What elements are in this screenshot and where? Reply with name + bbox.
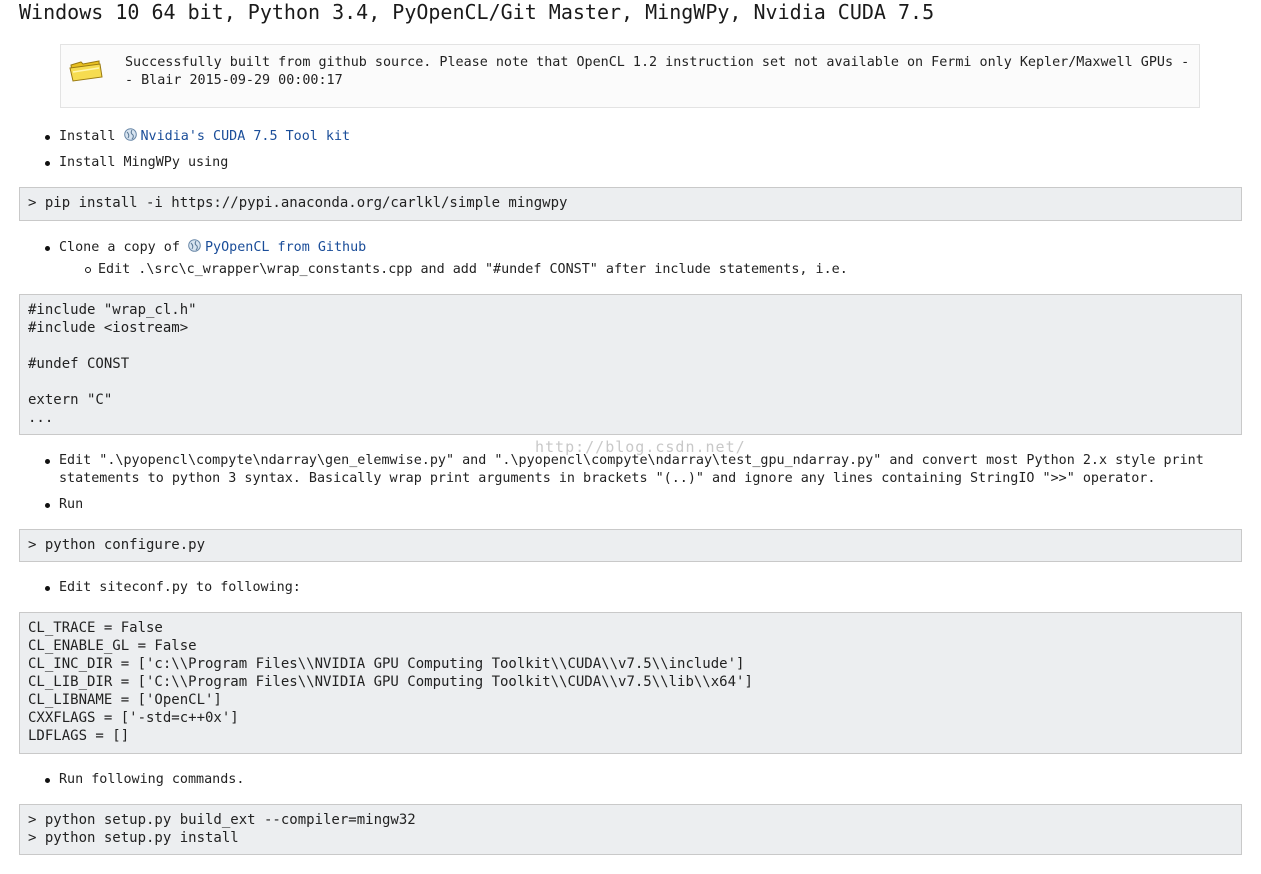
list-item-run-commands: Run following commands.	[44, 772, 245, 787]
folder-icon	[69, 58, 103, 86]
globe-icon	[188, 239, 201, 252]
install-prefix: Install	[59, 129, 124, 144]
code-block-setup: > python setup.py build_ext --compiler=m…	[19, 804, 1242, 855]
sub-item-edit-wrap-constants: Edit .\src\c_wrapper\wrap_constants.cpp …	[85, 262, 848, 277]
note-text: Successfully built from github source. P…	[125, 55, 1190, 88]
list-item-install-cuda: Install Nvidia's CUDA 7.5 Tool kit	[44, 128, 351, 146]
clone-prefix: Clone a copy of	[59, 240, 188, 255]
globe-icon	[123, 128, 137, 141]
list-item-install-mingwpy: Install MingWPy using	[44, 155, 229, 170]
note-box: Successfully built from github source. P…	[60, 44, 1200, 108]
code-block-siteconf: CL_TRACE = False CL_ENABLE_GL = False CL…	[19, 612, 1242, 754]
list-item-edit-python-files: Edit ".\pyopencl\compyte\ndarray\gen_ele…	[45, 452, 1209, 488]
page-title: Windows 10 64 bit, Python 3.4, PyOpenCL/…	[19, 0, 935, 24]
code-block-cpp: #include "wrap_cl.h" #include <iostream>…	[19, 294, 1242, 435]
cuda-toolkit-link[interactable]: Nvidia's CUDA 7.5 Tool kit	[141, 129, 351, 144]
pyopencl-github-link[interactable]: PyOpenCL from Github	[205, 240, 366, 255]
list-item-clone: Clone a copy of PyOpenCL from Github	[44, 239, 366, 257]
code-block-configure: > python configure.py	[19, 529, 1242, 562]
code-block-pip: > pip install -i https://pypi.anaconda.o…	[19, 187, 1242, 221]
list-item-run: Run	[44, 497, 84, 512]
list-item-edit-siteconf: Edit siteconf.py to following:	[45, 580, 301, 595]
